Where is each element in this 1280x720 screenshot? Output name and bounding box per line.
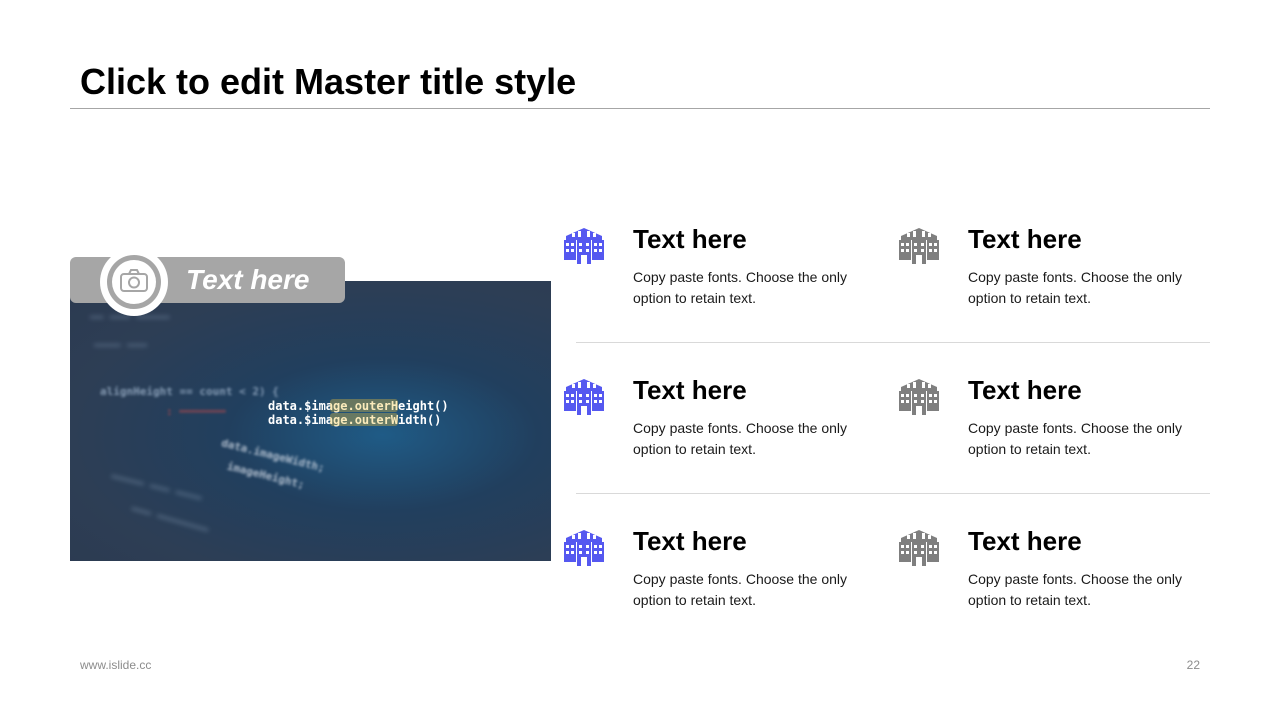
photo-caption[interactable]: Text here	[186, 262, 309, 298]
item-body[interactable]: Copy paste fonts. Choose the only option…	[968, 267, 1208, 309]
item-body[interactable]: Copy paste fonts. Choose the only option…	[633, 569, 873, 611]
building-icon	[899, 228, 939, 264]
building-icon	[899, 530, 939, 566]
slide-title[interactable]: Click to edit Master title style	[80, 60, 576, 104]
building-icon	[564, 228, 604, 264]
footer-url: www.islide.cc	[80, 658, 152, 672]
item-heading[interactable]: Text here	[633, 375, 747, 405]
item-heading[interactable]: Text here	[633, 526, 747, 556]
row-divider	[576, 493, 1210, 494]
camera-icon	[120, 269, 148, 292]
building-icon	[899, 379, 939, 415]
item-body[interactable]: Copy paste fonts. Choose the only option…	[633, 418, 873, 460]
title-divider	[70, 108, 1210, 109]
code-photo: ══ ═══ ═════ ════ ═══ alignHeight == cou…	[70, 281, 551, 561]
item-heading[interactable]: Text here	[968, 526, 1082, 556]
code-highlight	[330, 399, 398, 426]
row-divider	[576, 342, 1210, 343]
item-heading[interactable]: Text here	[968, 224, 1082, 254]
item-body[interactable]: Copy paste fonts. Choose the only option…	[968, 418, 1208, 460]
building-icon	[564, 379, 604, 415]
item-body[interactable]: Copy paste fonts. Choose the only option…	[633, 267, 873, 309]
item-heading[interactable]: Text here	[968, 375, 1082, 405]
item-heading[interactable]: Text here	[633, 224, 747, 254]
item-body[interactable]: Copy paste fonts. Choose the only option…	[968, 569, 1208, 611]
building-icon	[564, 530, 604, 566]
page-number: 22	[1186, 658, 1200, 672]
